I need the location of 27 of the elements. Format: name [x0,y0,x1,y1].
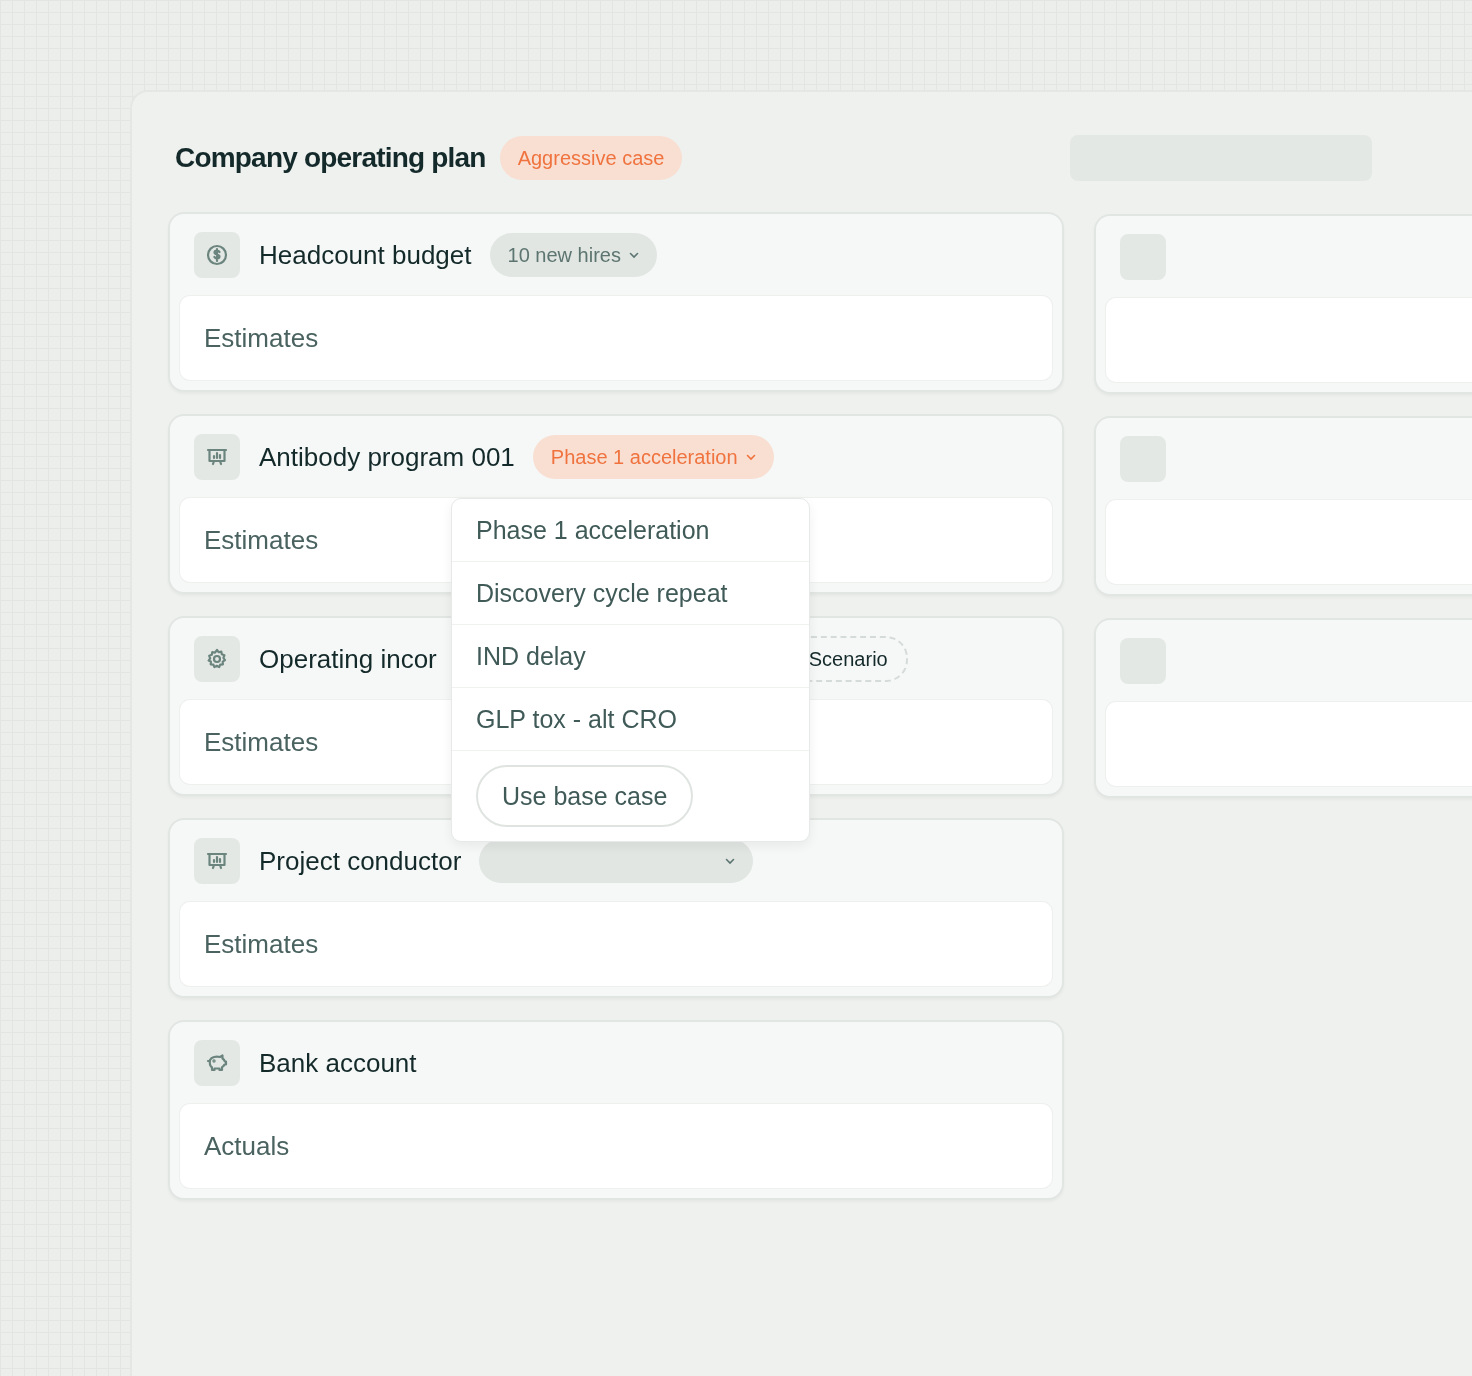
row-label: Estimates [204,726,319,758]
chart-board-icon [194,434,240,480]
menu-option[interactable]: Discovery cycle repeat [452,562,809,625]
scenario-selector[interactable] [479,839,754,883]
base-case-button[interactable]: Use base case [476,765,694,827]
chevron-down-icon [628,251,639,259]
card-title: Bank account [259,1047,417,1079]
menu-option[interactable]: GLP tox - alt CRO [452,688,809,751]
menu-option[interactable]: IND delay [452,625,809,688]
row-label: Actuals [204,1130,290,1162]
row-label: Estimates [204,524,319,556]
piggy-bank-icon [194,1040,240,1086]
card-title: Antibody program 001 [259,441,515,473]
chart-board-icon [194,838,240,884]
dollar-icon [194,232,240,278]
scenario-badge: Aggressive case [499,136,683,180]
card-title: Headcount budget [259,239,472,271]
card-title: Operating incor [259,643,437,675]
chevron-down-icon [725,857,736,865]
plan-title: Company operating plan [175,142,486,174]
menu-option[interactable]: Phase 1 acceleration [452,499,809,562]
gear-icon [194,636,240,682]
chevron-down-icon [745,453,756,461]
scenario-selector[interactable]: 10 new hires [489,233,657,277]
row-label: Estimates [204,322,319,354]
card-title: Project conductor [259,845,462,877]
row-label: Estimates [204,928,319,960]
